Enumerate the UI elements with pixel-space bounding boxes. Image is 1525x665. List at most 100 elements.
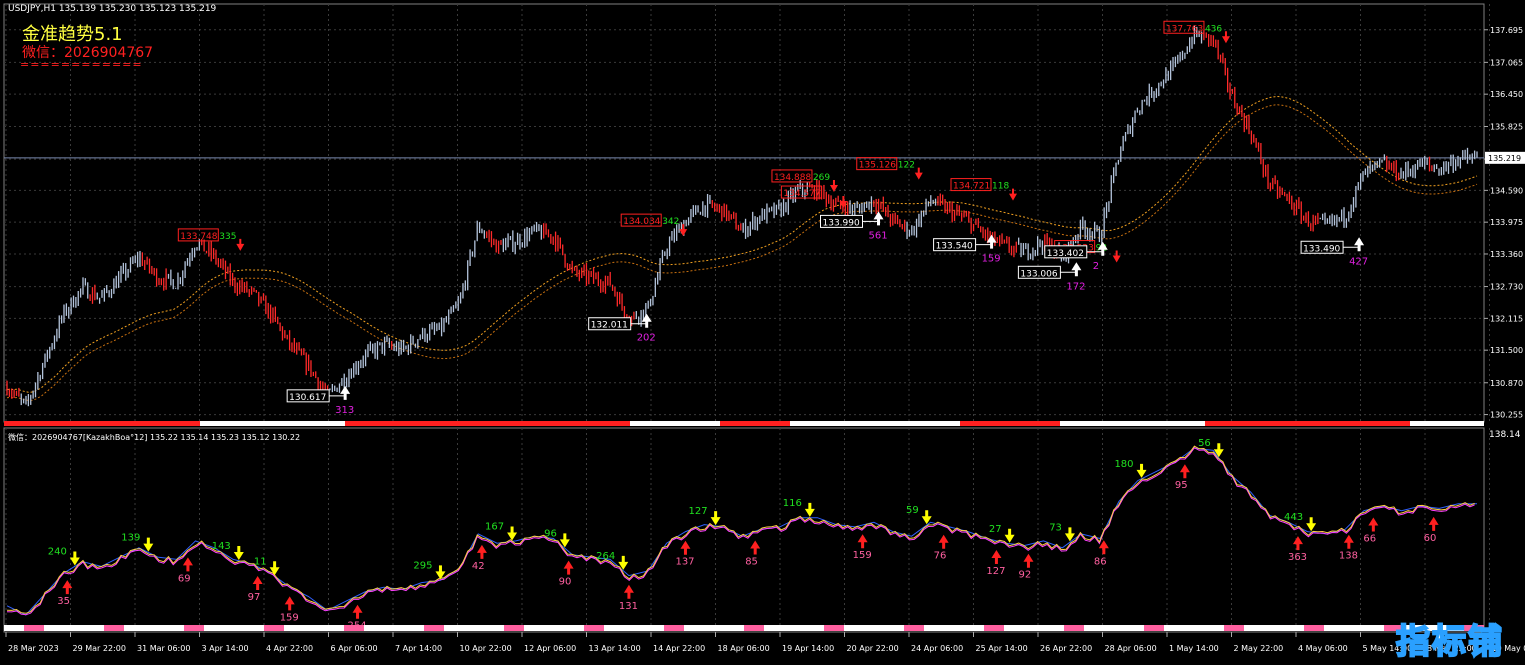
low-count-label: 561 [869,230,888,241]
sub-upper-label: 127 [689,506,708,517]
time-tick-label: 7 Apr 14:00 [395,644,442,653]
low-price-label: 132.011 [591,321,628,331]
low-count-label: 427 [1349,256,1368,267]
sub-bar-segment [1224,625,1244,631]
low-count-label: 172 [1066,281,1085,292]
sub-bar-segment [384,625,404,631]
sub-lower-label: 86 [1094,556,1107,567]
trend-bar [4,421,1484,426]
time-tick-label: 29 Mar 22:00 [73,644,126,653]
sub-lower-label: 42 [472,561,485,572]
sub-upper-label: 167 [485,521,504,532]
high-price-label: 133.748 [180,232,217,242]
sub-lower-label: 363 [1288,552,1307,563]
sub-upper-label: 96 [544,528,557,539]
sub-upper-label: 59 [906,505,919,516]
trend-bar-segment [1410,421,1484,426]
sub-bar-segment [44,625,64,631]
sub-bar-segment [4,625,24,631]
sub-upper-label: 443 [1284,512,1303,523]
time-tick-label: 25 Apr 14:00 [976,644,1028,653]
sub-bar-segment [484,625,504,631]
sub-bar-segment [604,625,624,631]
sub-bar-segment [744,625,764,631]
time-tick-label: 28 Apr 06:00 [1105,644,1157,653]
low-price-label: 133.990 [823,218,860,228]
price-tick-label: 136.450 [1490,90,1523,99]
sub-bar-segment [964,625,984,631]
sub-lower-label: 131 [619,601,638,612]
sub-lower-label: 137 [675,557,694,568]
sub-bar-segment [1264,625,1284,631]
sub-upper-label: 73 [1049,522,1062,533]
sub-lower-label: 60 [1424,533,1437,544]
sub-lower-label: 127 [986,566,1005,577]
sub-bar-segment [924,625,944,631]
sub-bar-segment [784,625,804,631]
sub-bar-segment [944,625,964,631]
sub-bar-segment [764,625,784,631]
sub-upper-label: 264 [596,551,615,562]
sub-bar-segment [984,625,1004,631]
sub-bar-segment [864,625,884,631]
sub-bar-segment [1124,625,1144,631]
price-tick-label: 134.590 [1490,186,1523,195]
sub-bar-segment [664,625,684,631]
high-count-label: 122 [898,161,915,171]
price-tick-label: 130.255 [1490,411,1523,420]
sub-bar-segment [424,625,444,631]
sub-upper-label: 116 [783,498,802,509]
time-tick-label: 4 Apr 22:00 [266,644,313,653]
high-price-label: 137.763 [1166,24,1203,34]
sub-lower-label: 159 [280,612,299,623]
sub-bar-segment [524,625,544,631]
sub-upper-label: 27 [989,524,1002,535]
separator-line: ============ [20,58,143,71]
sub-bar-segment [224,625,244,631]
trend-bar-segment [530,421,630,426]
trend-bar-segment [345,421,530,426]
sub-lower-label: 69 [178,573,191,584]
sub-upper-label: 143 [212,541,231,552]
price-tick-label: 133.360 [1490,250,1523,259]
sub-lower-label: 35 [57,596,70,607]
trend-bar-segment [960,421,1060,426]
sub-bar-segment [1324,625,1344,631]
high-price-label: 134.888 [774,173,811,183]
sub-bar-segment [104,625,124,631]
sub-window-label: 微信：2026904767[KazakhBoa°12] 135.22 135.1… [8,432,300,443]
high-price-label: 134.577 [783,189,820,199]
sub-lower-label: 76 [934,551,947,562]
sub-bar-segment [464,625,484,631]
sub-bar-segment [64,625,84,631]
low-count-label: 202 [637,333,656,344]
sub-bar-segment [1244,625,1264,631]
sub-bar-segment [324,625,344,631]
low-count-label: 159 [982,254,1001,265]
time-tick-label: 4 May 06:00 [1298,644,1348,653]
sub-bar-segment [244,625,264,631]
sub-bar-segment [1084,625,1104,631]
time-tick-label: 1 May 14:00 [1169,644,1219,653]
trend-bar-segment [720,421,790,426]
sub-lower-label: 138 [1339,551,1358,562]
sub-upper-label: 180 [1114,459,1133,470]
chart-root: 133.748335134.034342134.888269134.577135… [0,0,1525,661]
sub-bar-segment [844,625,864,631]
sub-bar-segment [444,625,464,631]
sub-bar-segment [1364,625,1384,631]
sub-bar-segment [884,625,904,631]
sub-window-top-value: 138.14 [1489,430,1521,440]
watermark-logo: 指标铺 [1396,614,1504,663]
sub-bar-segment [344,625,364,631]
sub-bar-segment [264,625,284,631]
time-tick-label: 20 Apr 22:00 [847,644,899,653]
high-count-label: 436 [1205,24,1222,34]
sub-upper-label: 139 [121,533,140,544]
low-price-label: 133.006 [1020,269,1057,279]
time-tick-label: 12 Apr 06:00 [524,644,576,653]
sub-bar-segment [84,625,104,631]
trend-bar-segment [200,421,345,426]
time-tick-label: 24 Apr 06:00 [911,644,963,653]
time-tick-label: 10 Apr 22:00 [460,644,512,653]
